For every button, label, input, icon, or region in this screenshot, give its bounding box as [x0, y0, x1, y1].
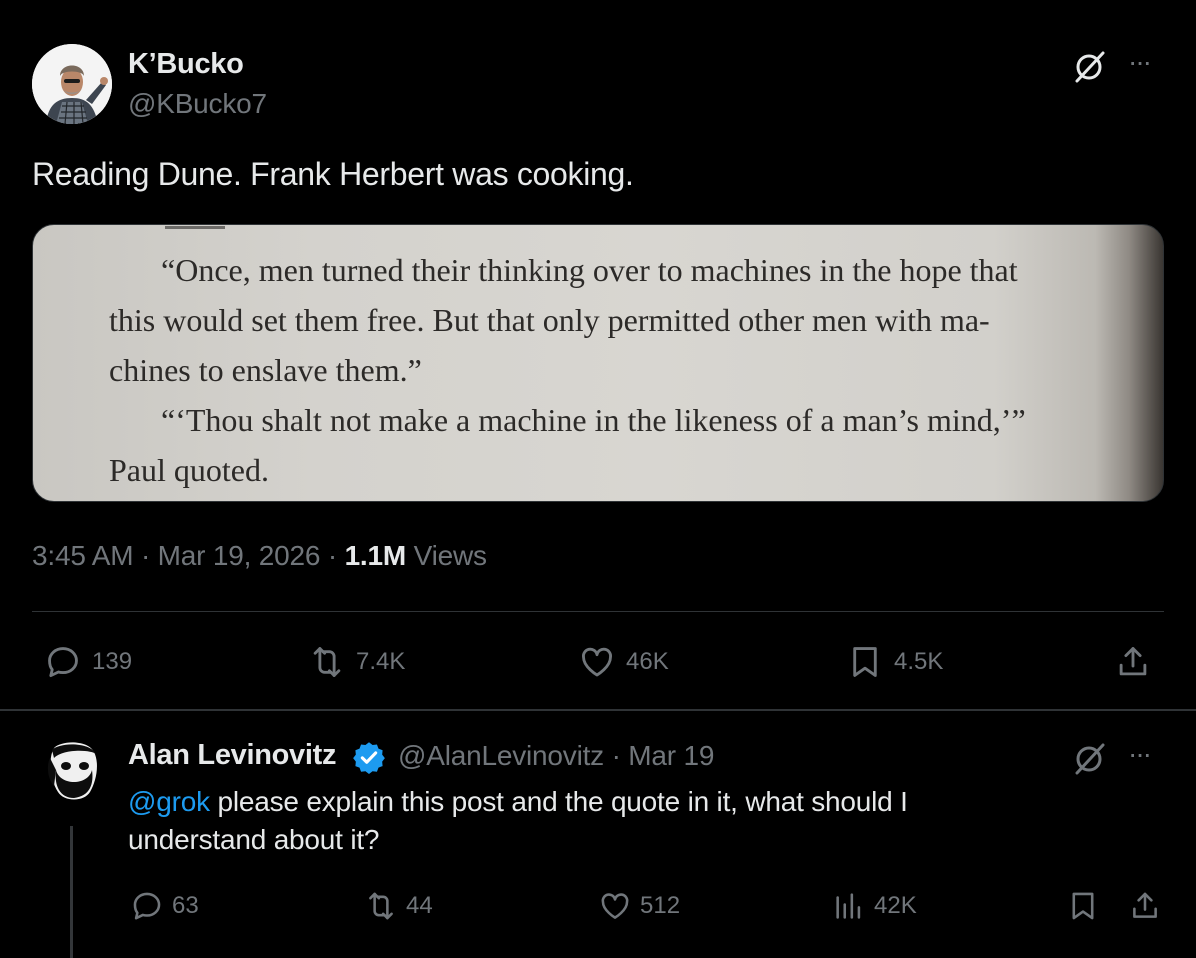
views-label: Views	[413, 540, 487, 571]
quote-line: “Once, men turned their thinking over to…	[161, 252, 1018, 288]
bookmark-icon	[1072, 892, 1094, 920]
repost-button[interactable]: 7.4K	[308, 642, 405, 682]
heart-icon	[582, 647, 612, 677]
grok-icon[interactable]	[1072, 740, 1108, 776]
author-name[interactable]: K’Bucko	[128, 48, 244, 81]
share-icon	[1119, 647, 1147, 676]
heart-icon	[601, 893, 629, 919]
reply-author-handle[interactable]: @AlanLevinovitz	[398, 740, 604, 771]
bookmark-button[interactable]: 4.5K	[846, 642, 943, 682]
book-quote-text: “Once, men turned their thinking over to…	[109, 245, 1119, 495]
reply-author-name[interactable]: Alan Levinovitz	[128, 739, 337, 772]
bookmark-count: 4.5K	[894, 648, 944, 675]
reply-button[interactable]: 139	[44, 642, 132, 682]
meta-dot: ·	[327, 540, 337, 571]
bookmark-button[interactable]	[1066, 888, 1100, 924]
thread-line	[70, 826, 73, 958]
share-button[interactable]	[1114, 642, 1152, 682]
cropped-text-fragment	[165, 225, 225, 229]
meta-dot: ·	[140, 540, 151, 571]
reply-count: 63	[172, 892, 199, 919]
reply-button[interactable]: 63	[130, 888, 199, 924]
like-button[interactable]: 46K	[578, 642, 669, 682]
quote-line: chines to enslave them.”	[109, 352, 422, 388]
reply-count: 139	[92, 648, 133, 675]
bookmark-icon	[853, 647, 877, 677]
repost-count: 44	[406, 892, 433, 919]
repost-icon	[313, 647, 341, 677]
quote-line: Paul quoted.	[109, 452, 269, 488]
reply-date[interactable]: Mar 19	[628, 740, 714, 771]
like-button[interactable]: 512	[598, 888, 680, 924]
repost-count: 7.4K	[356, 648, 406, 675]
like-count: 512	[640, 892, 681, 919]
tweet-meta: 3:45 AM · Mar 19, 2026 · 1.1M Views	[32, 540, 487, 572]
like-count: 46K	[626, 648, 669, 675]
reply-text: @grok please explain this post and the q…	[128, 783, 1088, 859]
more-options-icon[interactable]: ···	[1128, 46, 1152, 78]
mention-link[interactable]: @grok	[128, 786, 210, 817]
divider	[0, 709, 1196, 711]
divider	[32, 611, 1164, 612]
verified-badge-icon	[352, 740, 386, 774]
reply-text-line: understand about it?	[128, 824, 380, 855]
reply-author-avatar[interactable]	[44, 740, 104, 804]
meta-dot: ·	[611, 740, 621, 771]
tweet-image[interactable]: “Once, men turned their thinking over to…	[32, 224, 1164, 502]
share-icon	[1133, 892, 1157, 918]
tweet-text: Reading Dune. Frank Herbert was cooking.	[32, 156, 634, 192]
quote-line: this would set them free. But that only …	[109, 302, 990, 338]
views-count: 1.1M	[344, 540, 407, 571]
repost-button[interactable]: 44	[364, 888, 433, 924]
reply-text-line: please explain this post and the quote i…	[209, 786, 908, 817]
quote-line: “‘Thou shalt not make a machine in the l…	[161, 402, 1026, 438]
author-handle[interactable]: @KBucko7	[128, 88, 267, 120]
reply-meta: @AlanLevinovitz · Mar 19	[398, 740, 714, 772]
tweet-time[interactable]: 3:45 AM	[32, 540, 134, 571]
reply-icon	[48, 647, 78, 678]
views-button[interactable]: 42K	[832, 888, 917, 924]
views-count: 42K	[874, 892, 917, 919]
analytics-icon	[836, 893, 861, 919]
reply-icon	[133, 892, 161, 920]
repost-icon	[369, 892, 393, 920]
share-button[interactable]	[1128, 888, 1162, 924]
author-avatar[interactable]	[32, 44, 112, 124]
more-options-icon[interactable]: ···	[1128, 738, 1152, 770]
tweet-date[interactable]: Mar 19, 2026	[158, 540, 321, 571]
grok-icon[interactable]	[1072, 48, 1108, 84]
